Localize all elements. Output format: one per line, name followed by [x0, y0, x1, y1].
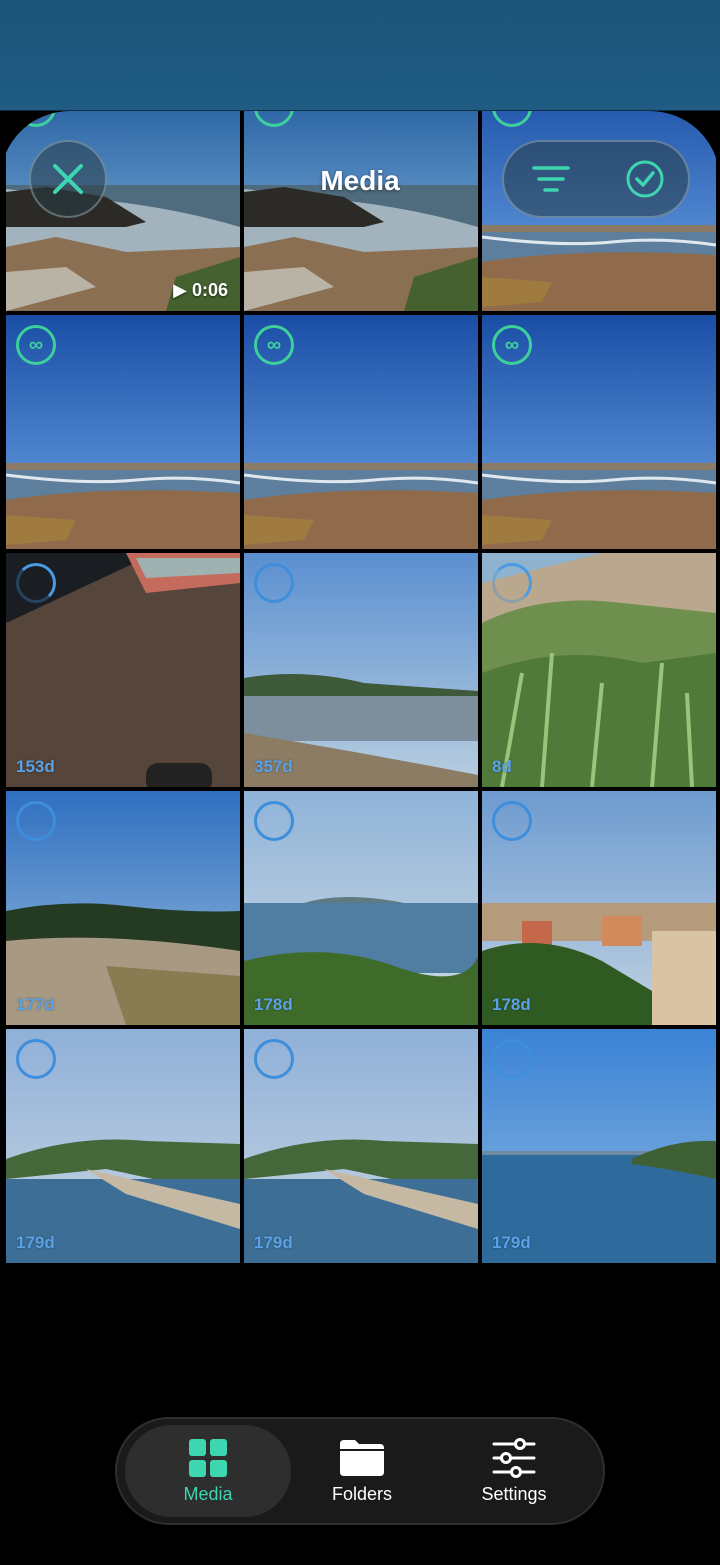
tab-settings-label: Settings: [481, 1483, 547, 1504]
days-label: 177d: [16, 995, 55, 1014]
days-label: 178d: [254, 995, 293, 1014]
tab-settings[interactable]: Settings: [431, 1425, 597, 1517]
sliders-icon: [492, 1437, 536, 1478]
live-photo-select-badge[interactable]: ∞: [254, 325, 294, 365]
live-photo-select-badge[interactable]: ∞: [492, 325, 532, 365]
select-circle[interactable]: [492, 801, 532, 841]
tab-folders[interactable]: Folders: [279, 1425, 445, 1517]
toolbar-pill: [502, 140, 690, 218]
media-thumbnail[interactable]: 178d: [482, 791, 716, 1025]
days-label: 179d: [16, 1233, 55, 1252]
tab-media[interactable]: Media: [125, 1425, 291, 1517]
media-thumbnail[interactable]: 179d: [482, 1029, 716, 1263]
media-thumbnail[interactable]: 178d: [244, 791, 478, 1025]
days-label: 357d: [254, 757, 293, 776]
loading-select-circle[interactable]: [492, 563, 532, 603]
live-photo-select-badge[interactable]: ∞: [16, 325, 56, 365]
select-circle[interactable]: [16, 1039, 56, 1079]
thumbnail-image: [244, 111, 478, 311]
select-button[interactable]: [598, 142, 692, 216]
folder-icon: [340, 1439, 384, 1476]
select-circle[interactable]: [254, 1039, 294, 1079]
media-thumbnail[interactable]: ∞: [244, 111, 478, 311]
media-thumbnail[interactable]: ∞: [6, 315, 240, 549]
days-label: 178d: [492, 995, 531, 1014]
media-thumbnail[interactable]: ∞: [482, 315, 716, 549]
tab-media-label: Media: [183, 1483, 233, 1504]
select-circle[interactable]: [254, 801, 294, 841]
sort-button[interactable]: [504, 142, 598, 216]
media-thumbnail[interactable]: 177d: [6, 791, 240, 1025]
media-thumbnail[interactable]: 179d: [6, 1029, 240, 1263]
sort-lines-icon: [532, 166, 570, 192]
loading-select-circle[interactable]: [16, 563, 56, 603]
days-label: 179d: [254, 1233, 293, 1252]
tab-folders-label: Folders: [331, 1483, 393, 1504]
grid-icon: [189, 1438, 227, 1477]
video-duration: ▶ 0:06: [173, 280, 228, 300]
media-thumbnail[interactable]: ∞▶ 0:06: [6, 111, 240, 311]
media-thumbnail[interactable]: ∞: [244, 315, 478, 549]
tab-bar: Media Folders Settings: [115, 1417, 605, 1525]
days-label: 8d: [492, 757, 512, 776]
days-label: 179d: [492, 1233, 531, 1252]
select-circle[interactable]: [254, 563, 294, 603]
checkmark-circle-icon: [626, 160, 664, 198]
days-label: 153d: [16, 757, 55, 776]
media-thumbnail[interactable]: 8d: [482, 553, 716, 787]
select-circle[interactable]: [492, 1039, 532, 1079]
media-thumbnail[interactable]: 179d: [244, 1029, 478, 1263]
select-circle[interactable]: [16, 801, 56, 841]
media-thumbnail[interactable]: 153d: [6, 553, 240, 787]
media-sheet: ∞▶ 0:06 ∞ ∞ ∞ ∞ ∞: [0, 111, 720, 1565]
media-thumbnail[interactable]: 357d: [244, 553, 478, 787]
